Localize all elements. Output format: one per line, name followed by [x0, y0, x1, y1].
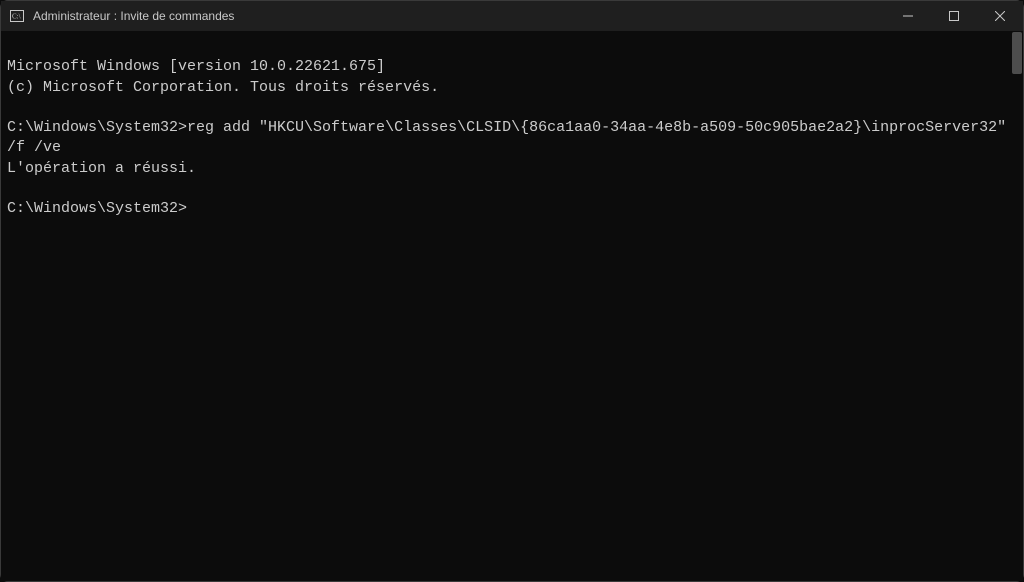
minimize-button[interactable] [885, 1, 931, 31]
terminal-command-line: C:\Windows\System32>reg add "HKCU\Softwa… [7, 118, 1021, 159]
terminal-prompt-current: C:\Windows\System32> [7, 199, 1021, 219]
terminal-blank [7, 179, 1021, 199]
window-controls [885, 1, 1023, 31]
terminal-output[interactable]: Microsoft Windows [version 10.0.22621.67… [1, 31, 1023, 581]
terminal-line-copyright: (c) Microsoft Corporation. Tous droits r… [7, 78, 1021, 98]
close-button[interactable] [977, 1, 1023, 31]
terminal-line-version: Microsoft Windows [version 10.0.22621.67… [7, 57, 1021, 77]
cmd-icon: C:\ [9, 8, 25, 24]
prompt: C:\Windows\System32> [7, 119, 187, 136]
window-title: Administrateur : Invite de commandes [33, 9, 885, 23]
scrollbar-thumb[interactable] [1012, 32, 1022, 74]
svg-text:C:\: C:\ [12, 13, 21, 21]
terminal-result: L'opération a réussi. [7, 159, 1021, 179]
maximize-button[interactable] [931, 1, 977, 31]
terminal-blank [7, 98, 1021, 118]
window-titlebar: C:\ Administrateur : Invite de commandes [1, 1, 1023, 31]
